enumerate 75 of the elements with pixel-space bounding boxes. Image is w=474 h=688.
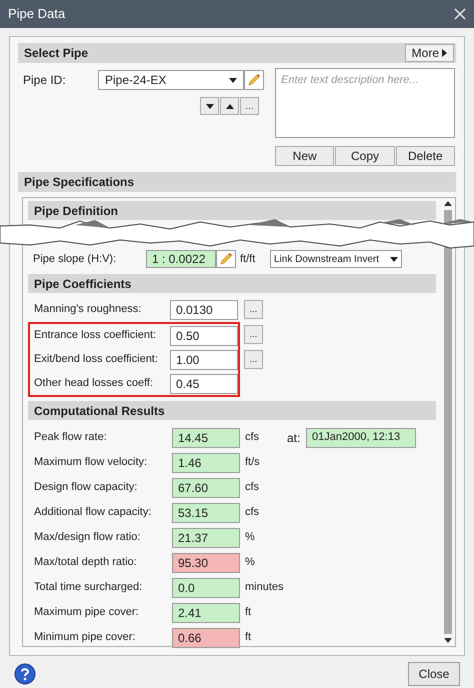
coefficient-field[interactable]: 0.50 <box>170 326 238 346</box>
unit-label: % <box>245 555 256 570</box>
action-button[interactable]: Copy <box>335 146 395 166</box>
field-label: at: <box>287 430 302 446</box>
coefficient-field[interactable]: 0.45 <box>170 374 238 394</box>
pipe-id-dropdown[interactable]: Pipe-24-EX <box>98 70 244 90</box>
unit-label: cfs <box>245 430 260 446</box>
unit-label: % <box>245 530 256 546</box>
result-field: 21.37 <box>172 528 240 548</box>
result-label: Max/design flow ratio: <box>34 530 142 546</box>
subsection-title: Pipe Coefficients <box>34 276 132 292</box>
field-label: Pipe ID: <box>22 72 67 89</box>
subsection-title: Pipe Definition <box>34 202 118 220</box>
up-arrow-icon <box>226 104 234 108</box>
result-field: 0.0 <box>172 578 240 598</box>
field-label: Pipe slope (H:V): <box>32 252 118 267</box>
browse-button[interactable]: ... <box>244 325 263 344</box>
slope-field[interactable]: 1 : 0.0022 <box>146 250 216 268</box>
unit-label: ft/s <box>245 455 261 470</box>
section-title: Select Pipe <box>24 45 88 62</box>
browse-button[interactable]: … <box>240 97 259 115</box>
unit-label: minutes <box>245 580 284 596</box>
description-field[interactable]: Enter text description here... <box>275 68 455 138</box>
window-title: Pipe Data <box>8 5 66 24</box>
result-field: 67.60 <box>172 478 240 498</box>
coefficient-field[interactable]: 1.00 <box>170 350 238 370</box>
field-label: Entrance loss coefficient: <box>34 328 158 344</box>
unit-label: cfs <box>245 480 260 496</box>
result-label: Maximum flow velocity: <box>34 455 148 470</box>
browse-button[interactable]: ... <box>244 350 263 369</box>
result-field: 1.46 <box>172 452 240 472</box>
action-button[interactable]: Delete <box>396 146 455 166</box>
result-field: 0.66 <box>172 628 240 648</box>
scroll-down-icon[interactable] <box>444 638 452 643</box>
caret-icon <box>229 78 237 82</box>
unit-label: ft/ft <box>240 252 256 267</box>
unit-label: ft <box>245 605 252 620</box>
action-button[interactable]: New <box>275 146 334 166</box>
result-label: Additional flow capacity: <box>34 505 152 520</box>
field-label: Exit/bend loss coefficient: <box>34 352 159 368</box>
result-label: Total time surcharged: <box>34 580 144 596</box>
result-label: Design flow capacity: <box>34 480 138 496</box>
field-label: Other head losses coeff: <box>34 376 154 392</box>
unit-label: cfs <box>245 505 260 520</box>
unit-label: ft <box>245 630 252 646</box>
result-label: Max/total depth ratio: <box>34 555 138 570</box>
caret-icon <box>390 256 398 262</box>
result-field: 95.30 <box>172 552 240 572</box>
close-button[interactable]: Close <box>408 662 460 686</box>
help-icon[interactable] <box>14 663 36 685</box>
pencil-icon <box>247 73 261 87</box>
browse-button[interactable]: ... <box>244 300 263 319</box>
subsection-title: Computational Results <box>34 402 165 420</box>
scroll-thumb[interactable] <box>444 210 452 634</box>
edit-button[interactable] <box>216 250 236 268</box>
down-arrow-icon <box>206 104 214 108</box>
next-button[interactable] <box>200 97 219 115</box>
scroll-up-icon[interactable] <box>444 201 452 206</box>
section-title: Pipe Specifications <box>24 174 134 191</box>
field-label: Manning's roughness: <box>34 302 142 318</box>
pencil-icon <box>219 252 233 266</box>
edit-button[interactable] <box>244 70 264 90</box>
previous-button[interactable] <box>220 97 239 115</box>
close-icon[interactable] <box>454 8 466 20</box>
result-field: 2.41 <box>172 602 240 622</box>
caret-icon <box>442 49 447 57</box>
result-field: 53.15 <box>172 502 240 522</box>
result-label: Peak flow rate: <box>34 430 108 446</box>
time-field: 01Jan2000, 12:13 <box>306 428 416 448</box>
result-label: Maximum pipe cover: <box>34 605 140 620</box>
more-button[interactable]: More <box>404 44 454 62</box>
result-label: Minimum pipe cover: <box>34 630 136 646</box>
coefficient-field[interactable]: 0.0130 <box>170 300 238 320</box>
slope-type-dropdown[interactable]: Link Downstream Invert <box>270 250 402 268</box>
result-field: 14.45 <box>172 428 240 448</box>
